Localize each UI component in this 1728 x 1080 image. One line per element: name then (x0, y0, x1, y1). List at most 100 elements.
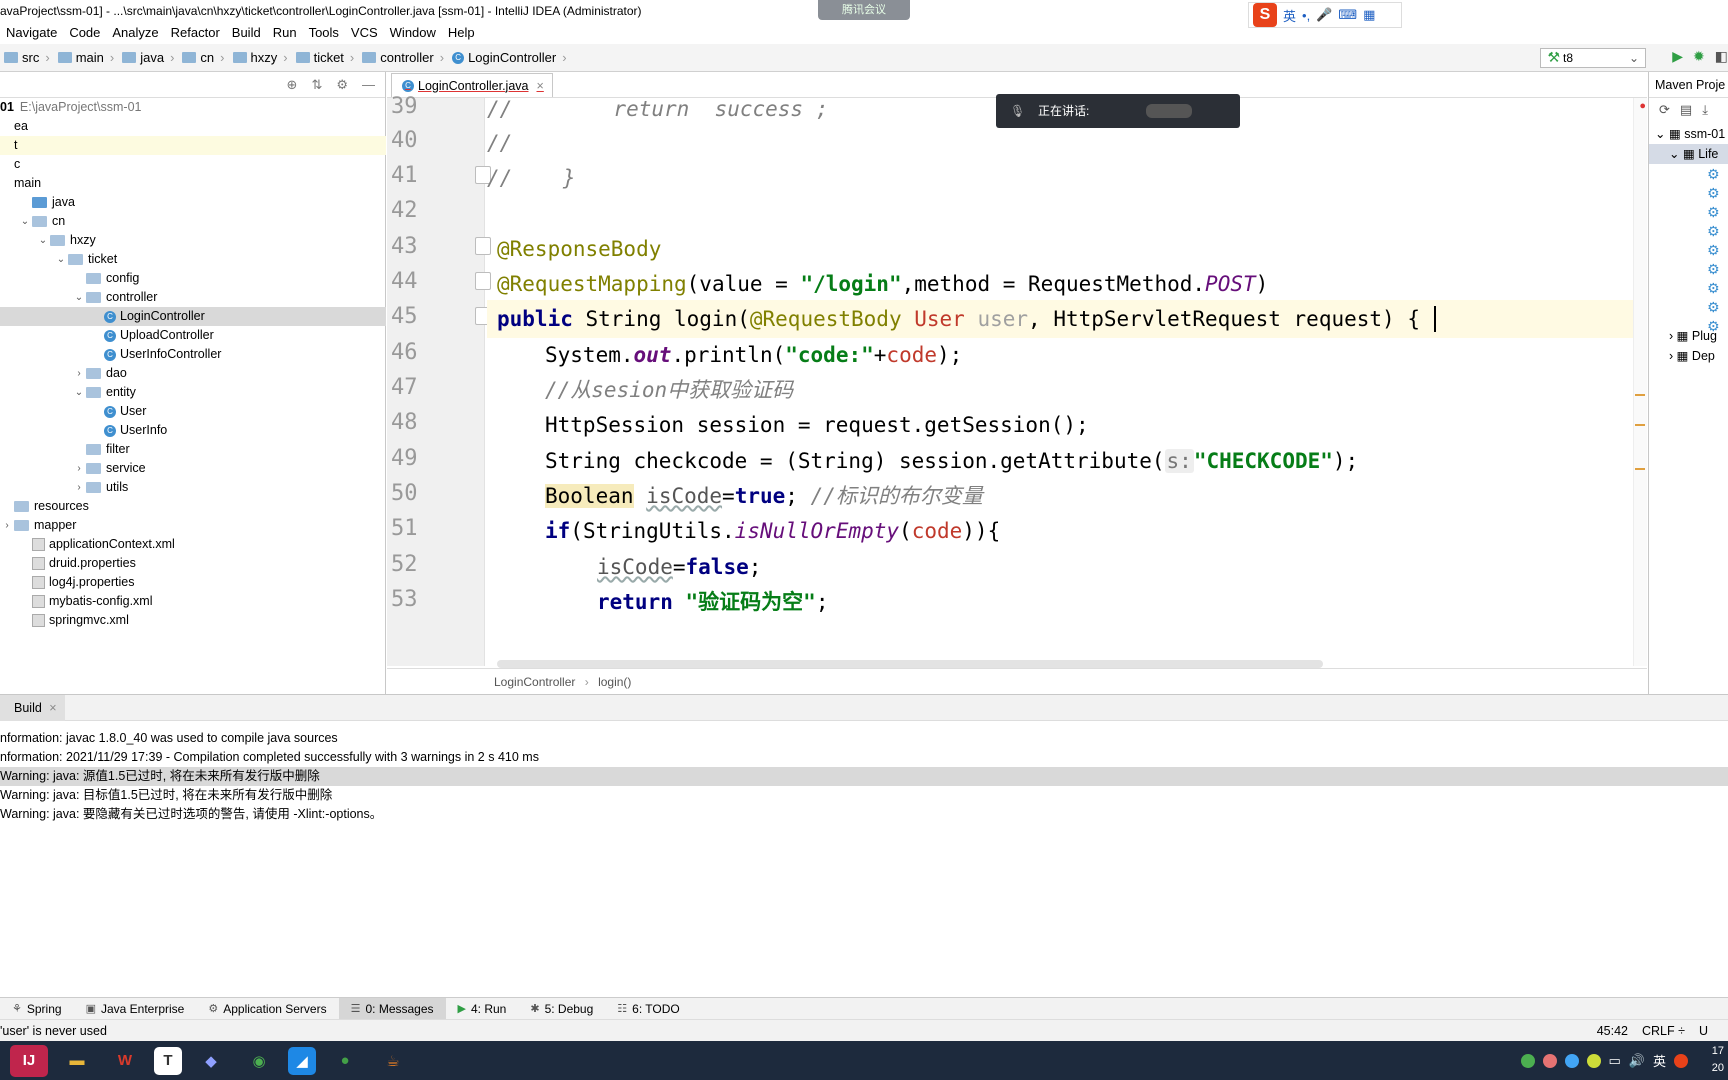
tree-item[interactable]: resources (0, 497, 386, 516)
tree-item[interactable]: mybatis-config.xml (0, 592, 386, 611)
app-icon[interactable]: ◆ (192, 1045, 230, 1077)
tencent-meeting-icon[interactable]: ◢ (288, 1046, 316, 1075)
chevron-icon[interactable]: › (72, 459, 86, 478)
tree-item[interactable]: ea (0, 117, 386, 136)
tree-item[interactable]: ⌄ hxzy (0, 231, 386, 250)
tab-run[interactable]: ▶ 4: Run (446, 998, 519, 1020)
chrome-icon[interactable]: ◉ (240, 1045, 278, 1077)
menu-item-run[interactable]: Run (267, 22, 303, 44)
gear-icon[interactable]: ⚙ (336, 77, 348, 93)
tree-item[interactable]: druid.properties (0, 554, 386, 573)
menu-item-analyze[interactable]: Analyze (106, 22, 164, 44)
tab-spring[interactable]: ⚘ Spring (0, 998, 74, 1020)
menu-item-code[interactable]: Code (63, 22, 106, 44)
menu-item-window[interactable]: Window (384, 22, 442, 44)
run-icon[interactable]: ▶ (1672, 48, 1683, 65)
file-encoding[interactable]: U (1699, 1020, 1708, 1042)
tree-item[interactable]: c (0, 155, 386, 174)
tray-app-icon[interactable] (1542, 1053, 1557, 1068)
maven-plugins[interactable]: › ▦ Plug (1649, 326, 1728, 346)
nav-crumb-cn[interactable]: cn › (178, 50, 228, 65)
menu-item-tools[interactable]: Tools (303, 22, 345, 44)
tree-item[interactable]: springmvc.xml (0, 611, 386, 630)
warning-mark[interactable] (1635, 424, 1645, 426)
ime-voice-icon[interactable]: 🎤 (1316, 7, 1332, 23)
ime-punctuation-icon[interactable]: •, (1302, 8, 1310, 23)
build-message[interactable]: nformation: javac 1.8.0_40 was used to c… (0, 729, 1728, 748)
download-icon[interactable]: ⤓ (1702, 102, 1708, 118)
intellij-taskbar-icon[interactable]: IJ (10, 1044, 48, 1077)
chevron-icon[interactable]: ⌄ (54, 250, 68, 269)
maven-goal[interactable]: ⚙ (1649, 183, 1728, 203)
sogou-tray-icon[interactable] (1674, 1053, 1688, 1068)
tree-item[interactable]: ⌄ cn (0, 212, 386, 231)
tab-messages[interactable]: ☰ 0: Messages (338, 997, 446, 1020)
menu-item-navigate[interactable]: Navigate (0, 22, 63, 44)
maven-goal[interactable]: ⚙ (1649, 297, 1728, 317)
tree-item[interactable]: t (0, 136, 386, 155)
build-message[interactable]: Warning: java: 要隐藏有关已过时选项的警告, 请使用 -Xlint… (0, 805, 1728, 824)
tab-todo[interactable]: ☷ 6: TODO (605, 998, 691, 1020)
tree-item[interactable]: log4j.properties (0, 573, 386, 592)
nav-crumb-src[interactable]: src › (0, 50, 54, 65)
system-clock[interactable]: 17 20 (1712, 1043, 1724, 1077)
debug-icon[interactable]: ✹ (1693, 48, 1705, 65)
close-icon[interactable]: × (537, 75, 544, 97)
maven-goal[interactable]: ⚙ (1649, 259, 1728, 279)
build-hammer-icon[interactable]: ⚒ (1547, 49, 1560, 66)
tree-item[interactable]: java (0, 193, 386, 212)
chevron-icon[interactable]: ⌄ (72, 288, 86, 307)
chevron-icon[interactable]: › (72, 478, 86, 497)
wps-icon[interactable]: W (106, 1045, 144, 1077)
horizontal-scrollbar[interactable] (497, 660, 1323, 668)
error-indicator-icon[interactable]: ● (1639, 100, 1646, 112)
menu-item-refactor[interactable]: Refactor (165, 22, 226, 44)
error-stripe[interactable]: ● (1633, 98, 1647, 666)
nav-crumb-java[interactable]: java › (118, 50, 178, 65)
menu-item-vcs[interactable]: VCS (345, 22, 384, 44)
breadcrumb-class[interactable]: LoginController (494, 675, 575, 689)
tree-item[interactable]: filter (0, 440, 386, 459)
tab-debug[interactable]: ✱ 5: Debug (518, 998, 605, 1020)
build-tab[interactable]: Build × (0, 694, 65, 721)
warning-mark[interactable] (1635, 468, 1645, 470)
nav-crumb-controller[interactable]: controller › (358, 50, 448, 65)
tree-item[interactable]: applicationContext.xml (0, 535, 386, 554)
code-area[interactable]: // return success ; // // } @ResponseBod… (487, 98, 1637, 666)
tree-item[interactable]: ⌄ ticket (0, 250, 386, 269)
tree-item[interactable]: › service (0, 459, 386, 478)
tree-item[interactable]: config (0, 269, 386, 288)
breadcrumb-method[interactable]: login() (598, 675, 631, 689)
tree-root[interactable]: 01 E:\javaProject\ssm-01 (0, 98, 386, 117)
ime-keyboard-icon[interactable]: ⌨ (1338, 7, 1357, 23)
refresh-icon[interactable]: ⟳ (1659, 102, 1670, 118)
chevron-icon[interactable]: ⌄ (18, 212, 32, 231)
build-message[interactable]: Warning: java: 源值1.5已过时, 将在未来所有发行版中删除 (0, 767, 1728, 786)
tree-item[interactable]: ⌄ entity (0, 383, 386, 402)
chevron-icon[interactable]: › (72, 364, 86, 383)
maven-lifecycle[interactable]: ⌄ ▦ Life (1649, 144, 1728, 164)
maven-goal[interactable]: ⚙ (1649, 221, 1728, 241)
locate-icon[interactable]: ⊕ (287, 77, 298, 93)
build-message[interactable]: Warning: java: 目标值1.5已过时, 将在未来所有发行版中删除 (0, 786, 1728, 805)
line-separator[interactable]: CRLF ÷ (1642, 1020, 1685, 1042)
menu-item-build[interactable]: Build (226, 22, 267, 44)
tree-item[interactable]: C User (0, 402, 386, 421)
minimize-icon[interactable]: — (362, 77, 375, 92)
tree-item[interactable]: C UploadController (0, 326, 386, 345)
chevron-icon[interactable]: › (0, 516, 14, 535)
build-message[interactable]: nformation: 2021/11/29 17:39 - Compilati… (0, 748, 1728, 767)
tray-app-icon[interactable] (1520, 1053, 1535, 1068)
tree-item[interactable]: C UserInfoController (0, 345, 386, 364)
file-explorer-icon[interactable]: ▬ (58, 1045, 96, 1077)
nav-crumb-hxzy[interactable]: hxzy › (229, 50, 292, 65)
collapse-all-icon[interactable]: ⇅ (311, 77, 322, 93)
close-icon[interactable]: × (46, 701, 56, 715)
nav-crumb-logincontroller[interactable]: C LoginController › (448, 50, 571, 65)
tray-app-icon[interactable] (1586, 1053, 1601, 1068)
network-icon[interactable]: ▭ (1609, 1053, 1621, 1069)
tree-item[interactable]: C UserInfo (0, 421, 386, 440)
chevron-icon[interactable]: ⌄ (72, 383, 86, 402)
maven-goal[interactable]: ⚙ (1649, 202, 1728, 222)
folder-add-icon[interactable]: ▤ (1680, 102, 1692, 118)
